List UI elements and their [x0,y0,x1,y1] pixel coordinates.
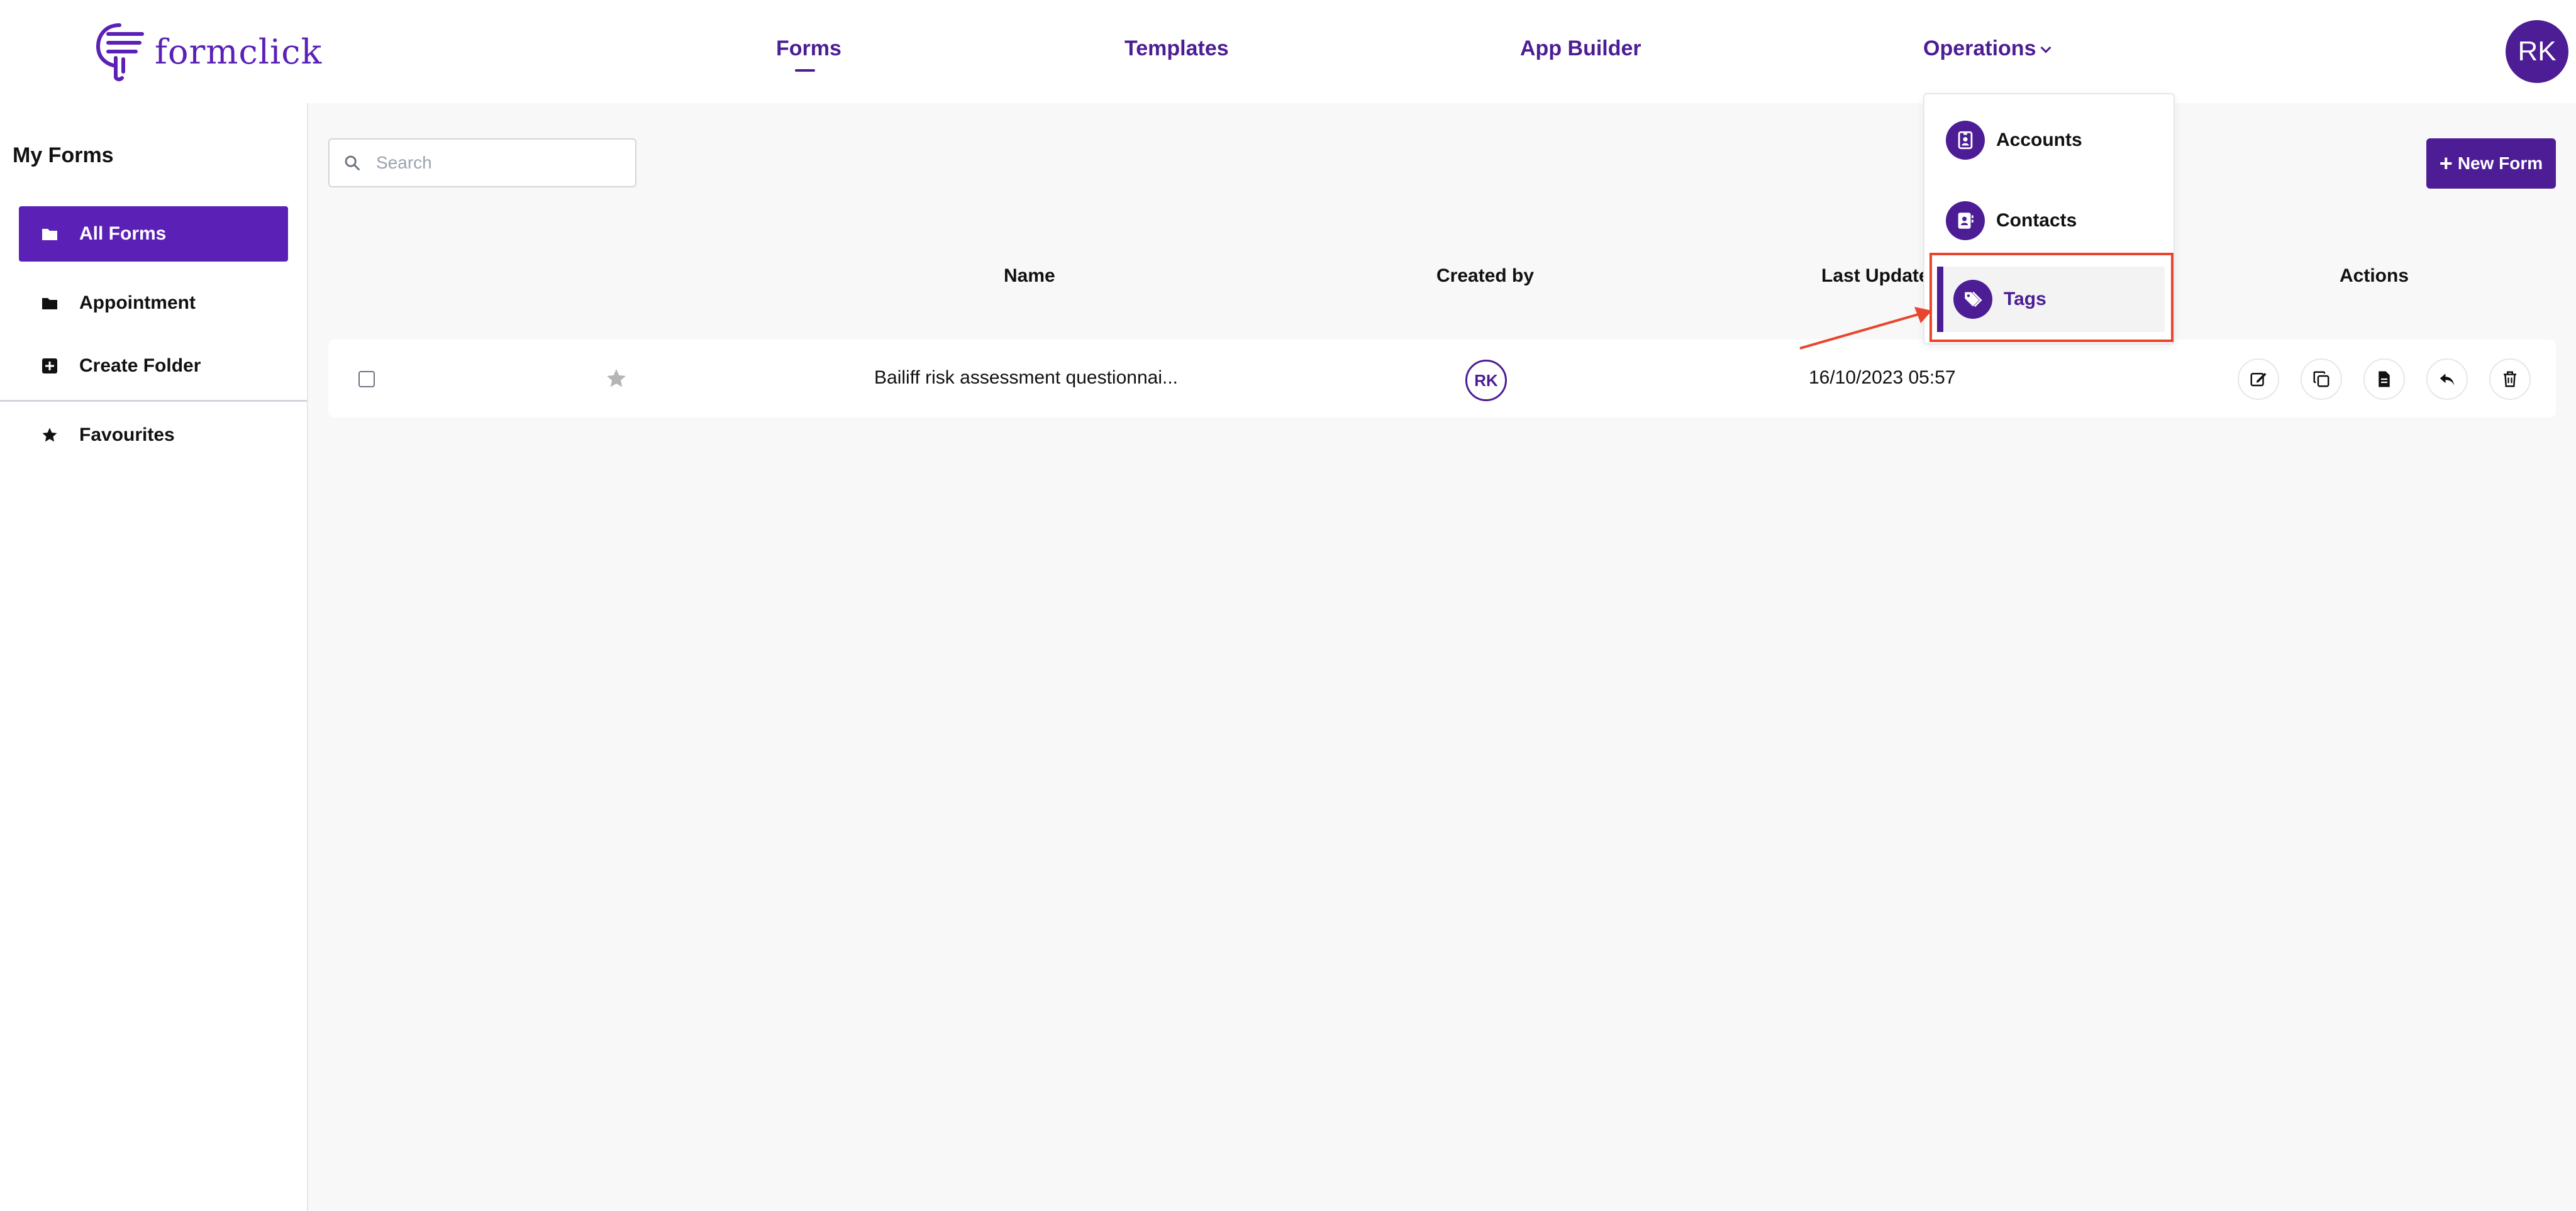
table-row[interactable]: Bailiff risk assessment questionnai... R… [328,340,2556,417]
edit-button[interactable] [2238,358,2279,400]
menu-item-label: Contacts [1996,210,2077,231]
sidebar-item-label: Create Folder [79,355,201,376]
column-header-created-by: Created by [1436,265,1535,286]
sidebar-item-appointment[interactable]: Appointment [19,275,288,331]
trash-icon [2504,371,2516,387]
delete-button[interactable] [2489,358,2531,400]
sidebar-item-all-forms[interactable]: All Forms [19,206,288,262]
formclick-logo-icon [96,23,144,82]
sidebar: My Forms All Forms Appointment Create Fo… [0,103,308,1211]
sidebar-title: My Forms [13,143,114,167]
top-navigation: formclick Forms Templates App Builder Op… [0,0,2576,103]
document-icon [2379,371,2390,387]
search-icon [345,155,360,170]
folder-icon [40,294,59,312]
menu-item-label: Accounts [1996,130,2082,150]
sidebar-item-favourites[interactable]: Favourites [19,407,288,463]
copy-icon [2313,371,2329,387]
favourite-star-icon[interactable] [605,367,628,390]
sidebar-item-label: All Forms [79,223,167,244]
last-updated-value: 16/10/2023 05:57 [1809,367,1956,388]
chevron-down-icon [2040,42,2051,53]
nav-operations-label: Operations [1923,36,2036,60]
form-name[interactable]: Bailiff risk assessment questionnai... [874,367,1178,389]
share-button[interactable] [2426,358,2468,400]
operations-dropdown-menu: Accounts Contacts Tags [1923,93,2175,345]
creator-avatar: RK [1465,360,1507,401]
column-header-actions: Actions [2340,265,2409,286]
column-header-last-updated: Last Update [1821,265,1929,286]
sidebar-item-label: Appointment [79,292,196,313]
sidebar-item-label: Favourites [79,424,175,445]
brand-logo[interactable]: formclick [94,21,322,82]
view-responses-button[interactable] [2363,358,2405,400]
main-content: + New Form Name Created by Last Update A… [308,103,2576,1211]
menu-item-label: Tags [2004,289,2046,309]
accounts-icon [1946,121,1985,160]
column-header-name: Name [1004,265,1055,286]
search-input[interactable] [376,153,628,173]
edit-icon [2250,373,2267,387]
new-form-label: New Form [2457,153,2543,173]
new-form-button[interactable]: + New Form [2426,138,2556,189]
row-checkbox[interactable] [358,371,375,387]
star-icon [40,426,59,445]
user-avatar[interactable]: RK [2506,20,2568,83]
menu-item-accounts[interactable]: Accounts [1924,106,2174,175]
plus-icon: + [2439,150,2453,176]
duplicate-button[interactable] [2301,358,2342,400]
nav-app-builder[interactable]: App Builder [1520,36,1641,61]
menu-item-contacts[interactable]: Contacts [1924,186,2174,255]
active-nav-indicator [795,69,815,72]
nav-operations[interactable]: Operations [1923,36,2051,61]
nav-forms[interactable]: Forms [776,36,841,61]
sidebar-divider [0,400,307,402]
menu-item-tags[interactable]: Tags [1937,267,2165,332]
nav-templates[interactable]: Templates [1124,36,1229,61]
contacts-icon [1946,201,1985,240]
search-box[interactable] [328,138,636,187]
tags-icon [1953,280,1992,319]
reply-arrow-icon [2440,373,2455,385]
sidebar-item-create-folder[interactable]: Create Folder [19,338,288,394]
plus-square-icon [40,357,59,375]
folder-icon [40,224,59,243]
brand-name: formclick [155,31,323,72]
